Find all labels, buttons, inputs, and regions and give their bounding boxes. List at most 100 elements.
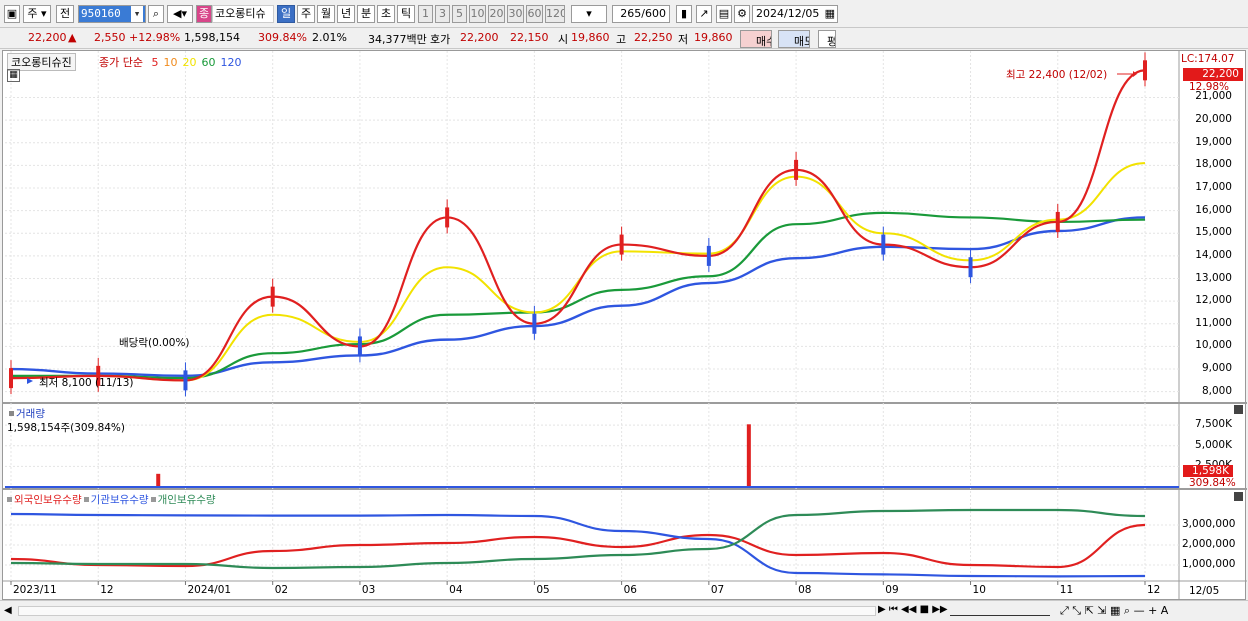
- volume-close-icon[interactable]: [1234, 405, 1243, 414]
- low-price: 19,860: [694, 31, 733, 44]
- x-axis-label: 02: [274, 584, 289, 596]
- x-axis-label: 04: [449, 584, 463, 596]
- holding-close-icon[interactable]: [1234, 492, 1243, 501]
- open-label: 시: [558, 33, 569, 46]
- save-icon[interactable]: ▤: [716, 5, 732, 23]
- market-type-select[interactable]: 주 ▾: [23, 5, 51, 23]
- x-axis-label: 10: [972, 584, 986, 596]
- price-y-tick: 20,000: [1195, 113, 1232, 126]
- price-series-종가: [10, 69, 1146, 382]
- low-label: 저: [678, 33, 689, 46]
- legend-dot-icon: [150, 497, 156, 502]
- search-icon[interactable]: ⌕: [148, 5, 164, 23]
- tool-icons[interactable]: ⤢ ⤡ ⇱ ⇲ ▦ ⌕ — + A: [1060, 604, 1168, 618]
- stock-code: 950160: [81, 7, 121, 20]
- bid-price: 22,150: [510, 31, 549, 44]
- gear-icon[interactable]: ⚙: [734, 5, 750, 23]
- x-axis-label: 12: [100, 584, 114, 596]
- x-axis-label: 08: [798, 584, 812, 596]
- dividend-annotation: 배당락(0.00%): [119, 337, 190, 349]
- volume-percent: 309.84%: [258, 31, 307, 44]
- ma-period-120[interactable]: 120: [220, 56, 241, 69]
- interval-dropdown[interactable]: ▾: [571, 5, 607, 23]
- period-tab-4[interactable]: 분: [357, 5, 375, 23]
- last-price-box: 22,200: [1183, 68, 1243, 81]
- price-y-tick: 15,000: [1195, 226, 1232, 239]
- period-tab-6[interactable]: 틱: [397, 5, 415, 23]
- sell-button[interactable]: 매도: [778, 30, 810, 48]
- draw-icon[interactable]: ↗: [696, 5, 712, 23]
- prev-label: 전: [59, 7, 71, 20]
- price-series-60: [11, 211, 1146, 380]
- market-type-label: 주: [27, 7, 38, 20]
- change-amount: 2,550: [94, 31, 126, 44]
- ma-periods: 5 10 20 60 120: [146, 56, 241, 69]
- buy-button[interactable]: 매수: [740, 30, 772, 48]
- period-tab-3[interactable]: 년: [337, 5, 355, 23]
- period-tab-2[interactable]: 월: [317, 5, 335, 23]
- count-value: 265: [620, 7, 642, 20]
- current-price: 22,200: [28, 31, 67, 44]
- candle-icon[interactable]: ▮: [676, 5, 692, 23]
- ma-period-20[interactable]: 20: [182, 56, 196, 69]
- holding-legend-label: 개인보유수량: [157, 494, 216, 506]
- volume-y-tick: 5,000K: [1195, 438, 1232, 451]
- x-axis-label: 05: [536, 584, 550, 596]
- holding-legend-item-0[interactable]: 외국인보유수량: [5, 494, 82, 506]
- scroll-bar: ◀ ▶ ⏮ ◀◀ ■ ▶▶ ⤢ ⤡ ⇱ ⇲ ▦ ⌕ — + A: [0, 600, 1248, 621]
- period-tab-0[interactable]: 일: [277, 5, 295, 23]
- holding-series-외국인보유수량: [10, 523, 1146, 569]
- high-price: 22,250: [634, 31, 673, 44]
- layout-icon[interactable]: ▣: [4, 5, 20, 23]
- interval-tab-20[interactable]: 20: [488, 5, 505, 23]
- stock-name: 코오롱티슈: [212, 5, 274, 23]
- interval-tab-60[interactable]: 60: [526, 5, 543, 23]
- holding-legend-item-1[interactable]: 기관보유수량: [82, 494, 149, 506]
- ma-period-10[interactable]: 10: [163, 56, 177, 69]
- price-y-tick: 9,000: [1201, 362, 1232, 375]
- period-tab-1[interactable]: 주: [297, 5, 315, 23]
- volume-last-box: 1,598K: [1183, 465, 1233, 477]
- quote-label: 호가: [430, 33, 451, 46]
- eval-label: 평: [827, 34, 835, 47]
- count-field[interactable]: 265/600: [612, 5, 670, 23]
- volume-bar: [156, 473, 161, 487]
- ma-period-5[interactable]: 5: [151, 56, 158, 69]
- interval-tab-1[interactable]: 1: [418, 5, 433, 23]
- sell-label: 매도: [794, 35, 809, 48]
- ma-period-60[interactable]: 60: [201, 56, 215, 69]
- price-y-tick: 8,000: [1201, 384, 1232, 397]
- interval-tab-30[interactable]: 30: [507, 5, 524, 23]
- high-annotation: 최고 22,400 (12/02): [1006, 69, 1108, 81]
- holding-series-개인보유수량: [10, 508, 1146, 570]
- period-tab-5[interactable]: 초: [377, 5, 395, 23]
- name-badge: 종: [196, 5, 212, 23]
- speaker-icon[interactable]: ◀▾: [167, 5, 193, 23]
- ma-legend: 종가 단순 5 10 20 60 120: [99, 54, 241, 70]
- grid-icon[interactable]: ▦: [7, 69, 20, 82]
- chart-area[interactable]: 코오롱티슈진 종가 단순 5 10 20 60 120 ▦ LC:174.07 22,2…: [2, 50, 1247, 601]
- lc-label: LC:174.07: [1181, 53, 1235, 65]
- stock-name-label: 코오롱티슈: [215, 7, 266, 20]
- date-field[interactable]: 2024/12/05 ▦: [752, 5, 838, 23]
- zoom-slider[interactable]: [950, 606, 1050, 616]
- eval-button[interactable]: 평: [818, 30, 836, 48]
- playback-controls[interactable]: ▶ ⏮ ◀◀ ■ ▶▶: [878, 604, 948, 615]
- name-badge-label: 종: [198, 7, 210, 20]
- low-annotation: 최저 8,100 (11/13): [39, 377, 134, 389]
- stock-code-input[interactable]: 950160 ▾: [78, 5, 146, 23]
- ask-price: 22,200: [460, 31, 499, 44]
- interval-tab-5[interactable]: 5: [452, 5, 467, 23]
- scroll-track[interactable]: [18, 606, 876, 616]
- legend-dot-icon: [7, 497, 12, 502]
- interval-tab-10[interactable]: 10: [469, 5, 486, 23]
- volume-title-text: 거래량: [16, 408, 45, 420]
- scroll-left-icon[interactable]: ◀: [4, 605, 16, 617]
- chart-canvas[interactable]: [3, 51, 1247, 601]
- interval-tab-3[interactable]: 3: [435, 5, 450, 23]
- interval-tab-120[interactable]: 120: [545, 5, 565, 23]
- prev-button[interactable]: 전: [56, 5, 74, 23]
- price-y-tick: 18,000: [1195, 158, 1232, 171]
- holding-legend-item-2[interactable]: 개인보유수량: [149, 494, 216, 506]
- high-label: 고: [616, 33, 627, 46]
